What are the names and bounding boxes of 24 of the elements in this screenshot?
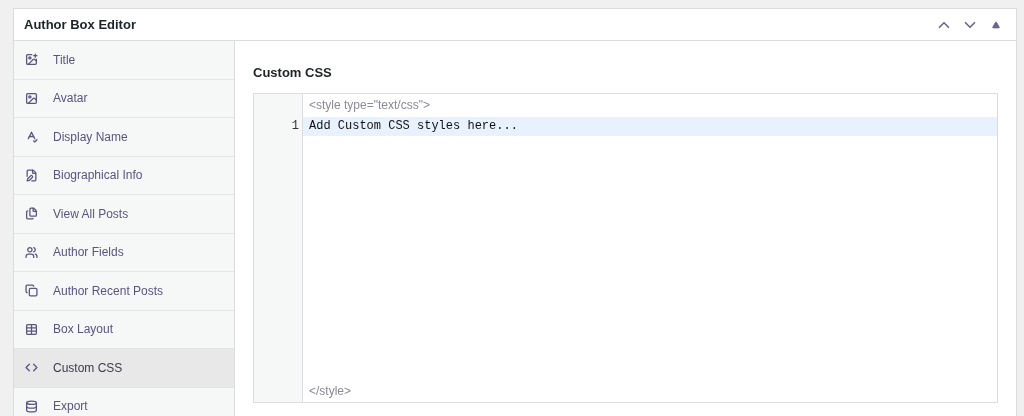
sidebar-item[interactable]: Author Recent Posts <box>14 272 234 311</box>
sidebar-item[interactable]: Export <box>14 387 234 416</box>
sidebar-item[interactable]: Biographical Info <box>14 156 234 195</box>
sidebar-item[interactable]: Display Name <box>14 118 234 157</box>
sidebar-item[interactable]: View All Posts <box>14 195 234 234</box>
sidebar-item[interactable]: Title <box>14 41 234 80</box>
triangle-icon <box>992 20 1000 29</box>
sidebar-item[interactable]: Avatar <box>14 79 234 118</box>
sidebar-item[interactable]: Author Fields <box>14 233 234 272</box>
documents-icon <box>25 284 38 298</box>
database-icon <box>25 399 38 413</box>
section-heading: Custom CSS <box>253 64 333 82</box>
panel-title: Author Box Editor <box>24 15 136 34</box>
edit-document-icon <box>25 168 38 182</box>
people-icon <box>25 245 38 259</box>
code-line: <style type="text/css"> <box>309 97 430 114</box>
table-icon <box>25 322 38 336</box>
sidebar-item[interactable]: Custom CSS <box>14 349 234 388</box>
image-icon <box>25 91 38 105</box>
code-line: </style> <box>309 382 352 400</box>
line-number: 1 <box>291 118 299 135</box>
spellcheck-icon <box>25 130 38 144</box>
code-editor[interactable]: 1 <style type="text/css"> Add Custom CSS styles here... </style> <box>253 92 998 403</box>
documents-icon <box>25 207 38 221</box>
